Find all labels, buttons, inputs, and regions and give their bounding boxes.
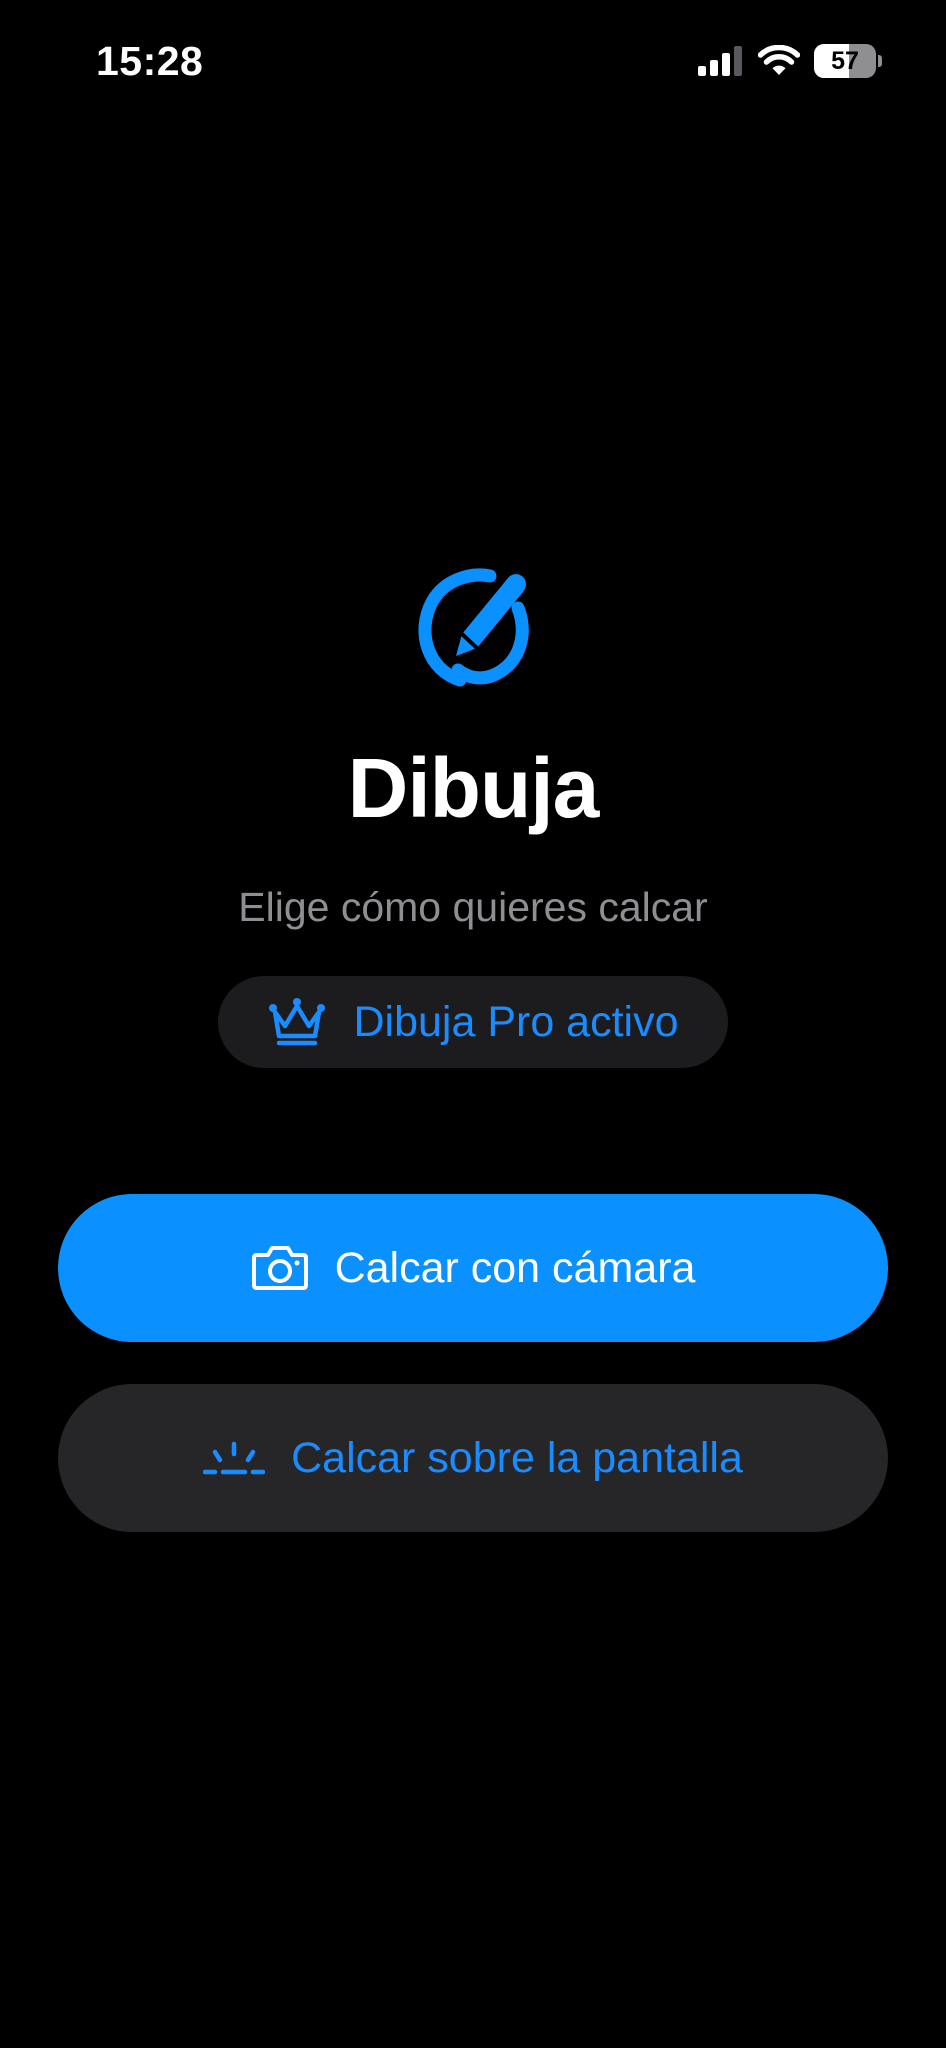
trace-with-camera-label: Calcar con cámara — [334, 1243, 696, 1292]
app-subtitle: Elige cómo quieres calcar — [238, 884, 708, 930]
pro-status-badge[interactable]: Dibuja Pro activo — [218, 976, 728, 1068]
trace-on-screen-label: Calcar sobre la pantalla — [291, 1433, 743, 1482]
trace-on-screen-button[interactable]: Calcar sobre la pantalla — [58, 1384, 888, 1532]
camera-icon — [251, 1245, 309, 1291]
status-bar: 15:28 57 — [0, 0, 946, 120]
cellular-signal-icon — [698, 46, 744, 76]
battery-tip — [878, 55, 882, 67]
light-rays-icon — [203, 1440, 266, 1476]
battery-icon: 57 — [814, 44, 882, 78]
crown-icon — [267, 998, 327, 1046]
wifi-icon — [758, 45, 800, 77]
pencil-circle-icon — [410, 562, 536, 688]
trace-with-camera-button[interactable]: Calcar con cámara — [58, 1194, 888, 1342]
app-title: Dibuja — [347, 741, 600, 835]
battery-body: 57 — [814, 44, 876, 78]
battery-percent: 57 — [831, 47, 859, 75]
status-time: 15:28 — [96, 38, 204, 84]
pro-badge-label: Dibuja Pro activo — [353, 997, 679, 1046]
status-icons: 57 — [698, 44, 882, 78]
